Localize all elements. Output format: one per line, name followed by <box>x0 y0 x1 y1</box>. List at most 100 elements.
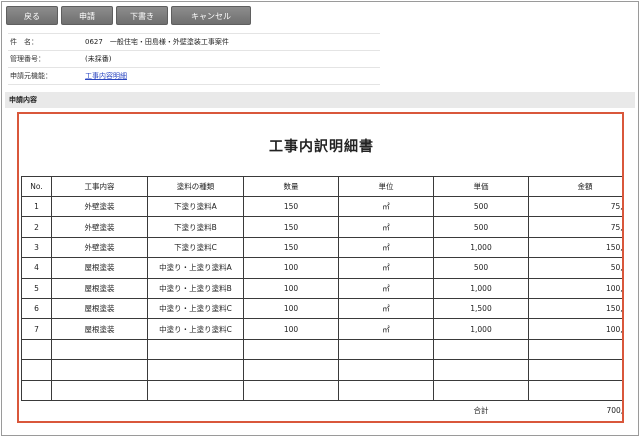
column-header: 金額 <box>528 176 622 197</box>
total-row: 合計 700,000 <box>22 400 624 420</box>
table-cell: 7 <box>21 318 52 340</box>
table-cell <box>51 379 148 401</box>
table-cell <box>433 359 529 381</box>
table-row: 4屋根塗装中塗り・上塗り塗料A100㎡50050,000 <box>21 257 622 279</box>
table-cell: 500 <box>433 257 529 279</box>
table-cell: 1,000 <box>433 236 529 259</box>
table-cell <box>147 379 244 401</box>
table-cell: 3 <box>21 236 52 259</box>
apply-button[interactable]: 申請 <box>61 6 113 25</box>
table-cell: 75,000 <box>528 216 622 238</box>
table-cell: 中塗り・上塗り塗料C <box>147 318 244 340</box>
table-cell: ㎡ <box>338 216 434 238</box>
table-cell: 150 <box>243 195 339 218</box>
table-cell: 屋根塗装 <box>51 277 148 299</box>
table-cell: 75,000 <box>528 195 622 218</box>
table-cell: 1 <box>21 195 52 218</box>
table-row <box>21 359 622 381</box>
table-cell: 屋根塗装 <box>51 257 148 279</box>
table-row <box>21 338 622 361</box>
table-row: 3外壁塗装下塗り塗料C150㎡1,000150,000 <box>21 236 622 259</box>
total-value: 700,000 <box>606 406 624 416</box>
source-function-label: 申請元機能： <box>10 72 52 80</box>
table-cell <box>243 338 339 361</box>
table-cell: 100 <box>243 318 339 340</box>
table-cell: 100 <box>243 277 339 299</box>
management-number-value: (未採番) <box>85 55 112 63</box>
table-cell: ㎡ <box>338 297 434 320</box>
document-preview: 工事内訳明細書 No. 工事内容 塗料の種類 数量 単位 単価 金額 1 外壁塗装… <box>17 112 624 423</box>
save-draft-button[interactable]: 下書き <box>116 6 168 25</box>
table-cell <box>243 359 339 381</box>
column-header: 単位 <box>338 176 434 197</box>
table-cell: 1,000 <box>433 277 529 299</box>
table-cell <box>338 338 434 361</box>
request-info-panel: 件 名： 0627 一般住宅・田島様・外壁塗装工事案件 管理番号： (未採番) … <box>8 33 380 85</box>
table-cell <box>338 379 434 401</box>
table-cell: ㎡ <box>338 277 434 299</box>
table-cell: 150,000 <box>528 236 622 259</box>
table-row: 2外壁塗装下塗り塗料B150㎡50075,000 <box>21 216 622 238</box>
table-cell: 外壁塗装 <box>51 216 148 238</box>
application-window: 戻る 申請 下書き キャンセル 件 名： 0627 一般住宅・田島様・外壁塗装工… <box>1 1 639 436</box>
table-row: 6屋根塗装中塗り・上塗り塗料C100㎡1,500150,000 <box>21 297 622 320</box>
table-cell: 1,500 <box>433 297 529 320</box>
table-cell <box>51 338 148 361</box>
info-row-source-function: 申請元機能： 工事内容明細 <box>8 68 380 85</box>
table-cell <box>528 359 622 381</box>
subject-label: 件 名： <box>10 38 38 46</box>
info-row-subject: 件 名： 0627 一般住宅・田島様・外壁塗装工事案件 <box>8 34 380 51</box>
document-title: 工事内訳明細書 <box>269 139 374 155</box>
table-cell <box>528 379 622 401</box>
table-cell: 6 <box>21 297 52 320</box>
table-cell: 150 <box>243 236 339 259</box>
table-row: 7屋根塗装中塗り・上塗り塗料C100㎡1,000100,000 <box>21 318 622 340</box>
total-label: 合計 <box>473 406 489 416</box>
table-cell <box>21 338 52 361</box>
table-row: 1外壁塗装下塗り塗料A150㎡50075,000 <box>21 195 622 218</box>
table-cell <box>147 359 244 381</box>
table-cell: ㎡ <box>338 195 434 218</box>
detail-table: No. 工事内容 塗料の種類 数量 単位 単価 金額 1 外壁塗装 下塗り塗料A 15… <box>21 176 624 421</box>
table-cell <box>338 359 434 381</box>
column-header: 塗料の種類 <box>147 176 244 197</box>
section-header: 申請内容 <box>5 92 635 108</box>
table-cell: ㎡ <box>338 318 434 340</box>
table-cell: 4 <box>21 257 52 279</box>
table-cell <box>21 379 52 401</box>
table-cell: 2 <box>21 216 52 238</box>
table-cell <box>21 359 52 381</box>
table-cell: 100 <box>243 257 339 279</box>
source-function-link[interactable]: 工事内容明細 <box>85 71 127 81</box>
table-cell: 150,000 <box>528 297 622 320</box>
table-cell <box>433 379 529 401</box>
table-cell: 屋根塗装 <box>51 297 148 320</box>
table-cell: ㎡ <box>338 236 434 259</box>
table-cell: 150 <box>243 216 339 238</box>
toolbar: 戻る 申請 下書き キャンセル <box>6 6 251 25</box>
table-cell: 中塗り・上塗り塗料B <box>147 277 244 299</box>
table-header-row: No. 工事内容 塗料の種類 数量 単位 単価 金額 <box>21 176 622 197</box>
table-cell <box>51 359 148 381</box>
column-header: 単価 <box>433 176 529 197</box>
cancel-button[interactable]: キャンセル <box>171 6 251 25</box>
table-cell <box>147 338 244 361</box>
table-cell <box>528 338 622 361</box>
table-cell: 中塗り・上塗り塗料C <box>147 297 244 320</box>
table-cell: 100 <box>243 297 339 320</box>
table-cell: 下塗り塗料C <box>147 236 244 259</box>
table-cell: 外壁塗装 <box>51 236 148 259</box>
back-button[interactable]: 戻る <box>6 6 58 25</box>
table-cell: 下塗り塗料B <box>147 216 244 238</box>
management-number-label: 管理番号： <box>10 55 45 63</box>
column-header: 数量 <box>243 176 339 197</box>
table-cell: 1,000 <box>433 318 529 340</box>
table-cell <box>243 379 339 401</box>
info-row-management-number: 管理番号： (未採番) <box>8 51 380 68</box>
table-cell: 100,000 <box>528 318 622 340</box>
table-cell: ㎡ <box>338 257 434 279</box>
table-cell: 500 <box>433 195 529 218</box>
table-cell: 100,000 <box>528 277 622 299</box>
table-cell: 下塗り塗料A <box>147 195 244 218</box>
table-cell: 50,000 <box>528 257 622 279</box>
